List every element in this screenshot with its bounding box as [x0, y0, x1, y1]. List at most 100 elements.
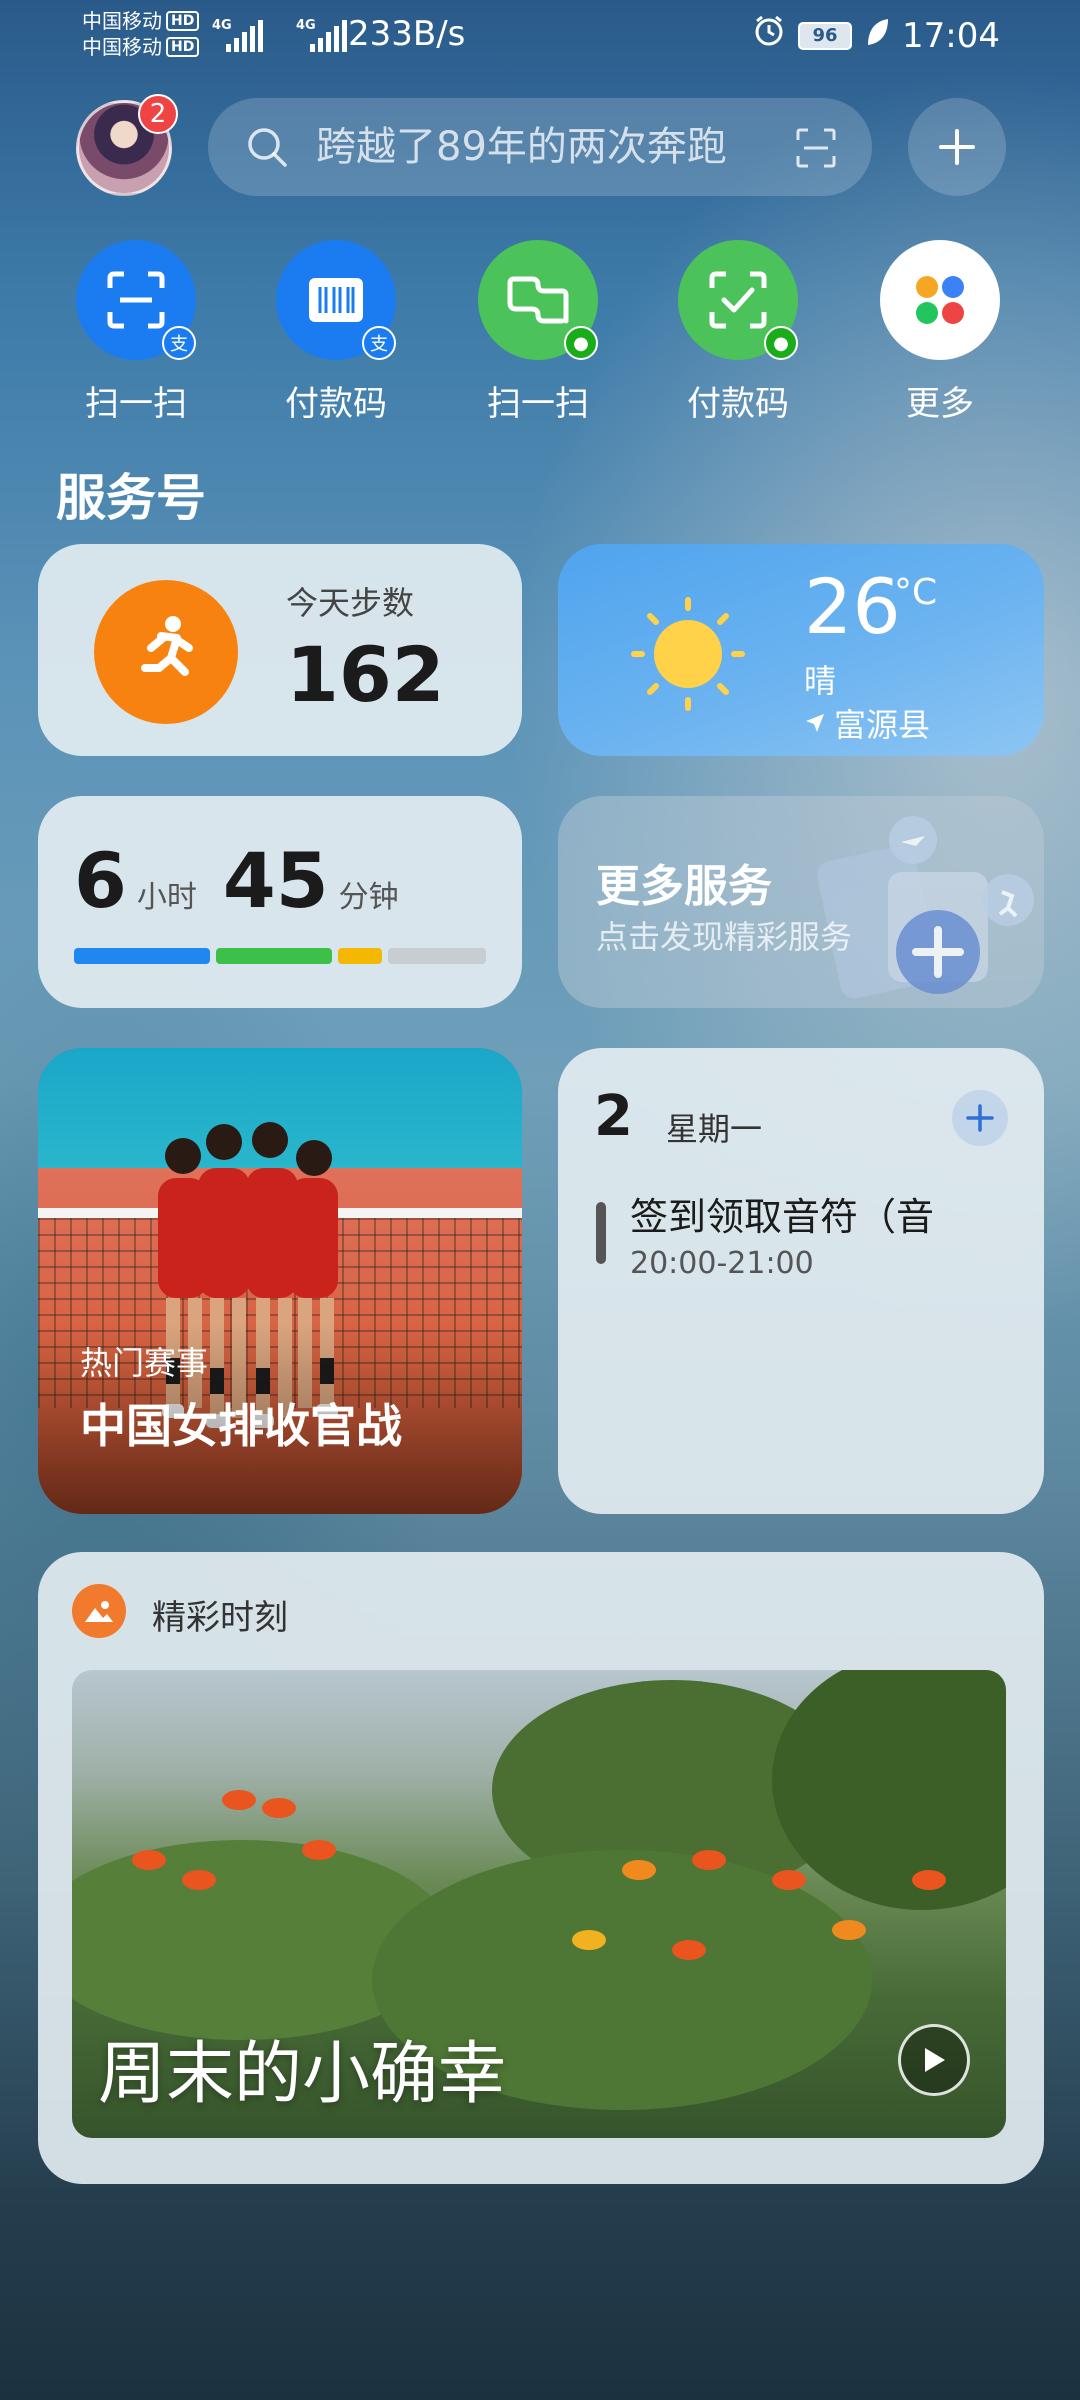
- calendar-day: 2: [594, 1084, 633, 1149]
- sleep-duration: 6 小时 45 分钟: [74, 836, 415, 925]
- quick-action-label: 扫一扫: [85, 384, 187, 424]
- hd-badge: HD: [166, 11, 200, 31]
- gallery-icon: [72, 1584, 126, 1638]
- photo-caption: 周末的小确幸: [98, 2035, 507, 2114]
- flower: [672, 1940, 706, 1960]
- status-right: 96 17:04: [752, 14, 1000, 57]
- sleep-stage-awake: [388, 948, 486, 964]
- alipay-badge-icon-2: 支: [362, 326, 396, 360]
- signal-icon: 4G: [212, 18, 272, 52]
- sleep-card[interactable]: 6 小时 45 分钟: [38, 796, 522, 1008]
- flower: [222, 1790, 256, 1810]
- moments-photo[interactable]: 周末的小确幸: [72, 1670, 1006, 2138]
- calendar-event-title: 签到领取音符（音: [630, 1195, 935, 1239]
- more-services-title: 更多服务: [596, 861, 772, 912]
- alipay-scan-icon: 支: [76, 240, 196, 360]
- services-illustration-icon: [817, 816, 1034, 999]
- network-speed: 233B/s: [348, 14, 466, 54]
- steps-card[interactable]: 今天步数 162: [38, 544, 522, 756]
- plus-icon: [966, 1104, 994, 1132]
- temperature-unit: °C: [894, 572, 938, 613]
- more-apps-icon: [880, 240, 1000, 360]
- section-title: 服务号: [56, 469, 206, 527]
- wechat-badge-icon-2: ●: [764, 326, 798, 360]
- alipay-badge-icon: 支: [162, 326, 196, 360]
- quick-action-alipay-paycode[interactable]: 支 付款码: [256, 240, 416, 425]
- steps-title: 今天步数: [286, 584, 415, 622]
- flower: [912, 1870, 946, 1890]
- quick-action-label: 更多: [906, 384, 974, 424]
- plus-icon: [939, 129, 975, 165]
- moments-title: 精彩时刻: [152, 1598, 288, 1638]
- weather-condition: 晴: [804, 662, 837, 700]
- notification-badge: 2: [138, 94, 178, 134]
- battery-indicator: 96: [798, 21, 853, 50]
- location-arrow-icon: [806, 714, 824, 732]
- flower: [832, 1920, 866, 1940]
- flower: [262, 1798, 296, 1818]
- flower: [622, 1860, 656, 1880]
- flower: [182, 1870, 216, 1890]
- alipay-paycode-icon: 支: [276, 240, 396, 360]
- wechat-scan-icon: ●: [478, 240, 598, 360]
- sunny-icon: [631, 597, 745, 711]
- add-button[interactable]: [908, 98, 1006, 196]
- play-icon: [925, 2048, 945, 2072]
- sports-title: 中国女排收官战: [80, 1399, 402, 1453]
- scan-icon[interactable]: [796, 128, 836, 168]
- moments-card[interactable]: 精彩时刻 周末的小确幸: [38, 1552, 1044, 2184]
- weather-location: 富源县: [804, 700, 930, 746]
- steps-value: 162: [286, 630, 445, 719]
- quick-action-wechat-paycode[interactable]: ● 付款码: [658, 240, 818, 425]
- carrier-info: 中国移动 HD 中国移动 HD: [82, 8, 200, 60]
- sleep-hours-unit: 小时: [136, 880, 197, 915]
- quick-action-label: 付款码: [285, 384, 387, 424]
- search-icon: [248, 128, 287, 167]
- clock-time: 17:04: [902, 15, 1000, 56]
- sleep-stage-deep: [74, 948, 210, 964]
- calendar-card[interactable]: 2 星期一 签到领取音符（音 20:00-21:00: [558, 1048, 1044, 1514]
- wechat-paycode-icon: ●: [678, 240, 798, 360]
- sleep-minutes: 45: [222, 836, 329, 925]
- search-input[interactable]: [316, 120, 736, 174]
- flower: [572, 1930, 606, 1950]
- location-name: 富源县: [834, 706, 931, 744]
- sleep-stage-rem: [338, 948, 382, 964]
- calendar-event-time: 20:00-21:00: [630, 1246, 814, 1281]
- carrier-2: 中国移动: [82, 35, 162, 59]
- quick-action-label: 扫一扫: [487, 384, 589, 424]
- quick-action-wechat-scan[interactable]: ● 扫一扫: [458, 240, 618, 425]
- flower: [132, 1850, 166, 1870]
- quick-action-label: 付款码: [687, 384, 789, 424]
- temperature: 26: [804, 562, 901, 651]
- signal-indicators: 4G 4G: [212, 18, 356, 52]
- sleep-stage-bar: [74, 948, 486, 964]
- alarm-icon: [752, 14, 786, 57]
- hd-badge-2: HD: [166, 37, 200, 57]
- quick-action-more[interactable]: 更多: [860, 240, 1020, 425]
- sports-tag: 热门赛事: [80, 1344, 209, 1382]
- carrier-1: 中国移动: [82, 9, 162, 33]
- flower: [772, 1870, 806, 1890]
- weather-card[interactable]: 26 °C 晴 富源县: [558, 544, 1044, 756]
- more-services-card[interactable]: 更多服务 点击发现精彩服务: [558, 796, 1044, 1008]
- calendar-weekday: 星期一: [666, 1110, 763, 1148]
- leaf-icon: [864, 16, 890, 56]
- signal-icon-2: 4G: [296, 18, 356, 52]
- search-bar[interactable]: [208, 98, 872, 196]
- sleep-hours: 6: [74, 836, 127, 925]
- sleep-stage-light: [216, 948, 332, 964]
- sleep-minutes-unit: 分钟: [338, 880, 399, 915]
- add-event-button[interactable]: [952, 1090, 1008, 1146]
- flower: [692, 1850, 726, 1870]
- wechat-badge-icon: ●: [564, 326, 598, 360]
- quick-action-alipay-scan[interactable]: 支 扫一扫: [56, 240, 216, 425]
- more-services-subtitle: 点击发现精彩服务: [596, 918, 853, 956]
- status-bar: 中国移动 HD 中国移动 HD 4G 4G 233B/s 96 17:04: [0, 0, 1080, 72]
- play-button[interactable]: [898, 2024, 970, 2096]
- flower: [302, 1840, 336, 1860]
- running-icon: [94, 580, 238, 724]
- sports-card[interactable]: 热门赛事 中国女排收官战: [38, 1048, 522, 1514]
- photo-tree-2: [772, 1670, 1006, 1910]
- event-indicator: [596, 1202, 606, 1264]
